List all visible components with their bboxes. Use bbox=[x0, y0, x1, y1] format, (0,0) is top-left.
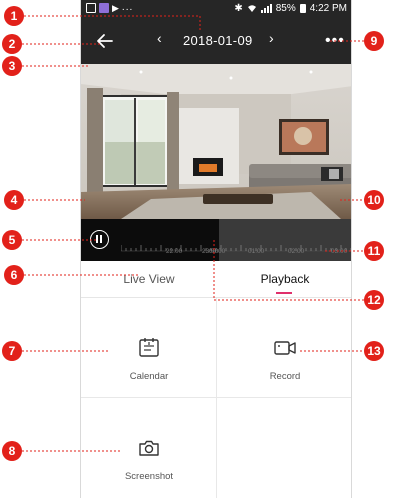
callout-marker: 13 bbox=[364, 341, 384, 361]
callout-marker: 7 bbox=[2, 341, 22, 361]
callout-marker: 4 bbox=[4, 190, 24, 210]
callout-marker: 9 bbox=[364, 31, 384, 51]
annotated-screenshot: ▶ ... ✱ 85% 4:22 PM ‹ 2018-01-09 › ••• 2… bbox=[0, 0, 398, 498]
callout-marker: 11 bbox=[364, 241, 384, 261]
callout-marker: 8 bbox=[2, 441, 22, 461]
callout-leader-lines bbox=[22, 15, 364, 452]
callout-marker: 10 bbox=[364, 190, 384, 210]
callout-marker: 6 bbox=[4, 265, 24, 285]
callout-marker: 3 bbox=[2, 56, 22, 76]
callout-marker: 1 bbox=[4, 6, 24, 26]
callout-marker: 12 bbox=[364, 290, 384, 310]
callout-marker: 5 bbox=[2, 230, 22, 250]
callout-marker: 2 bbox=[2, 34, 22, 54]
